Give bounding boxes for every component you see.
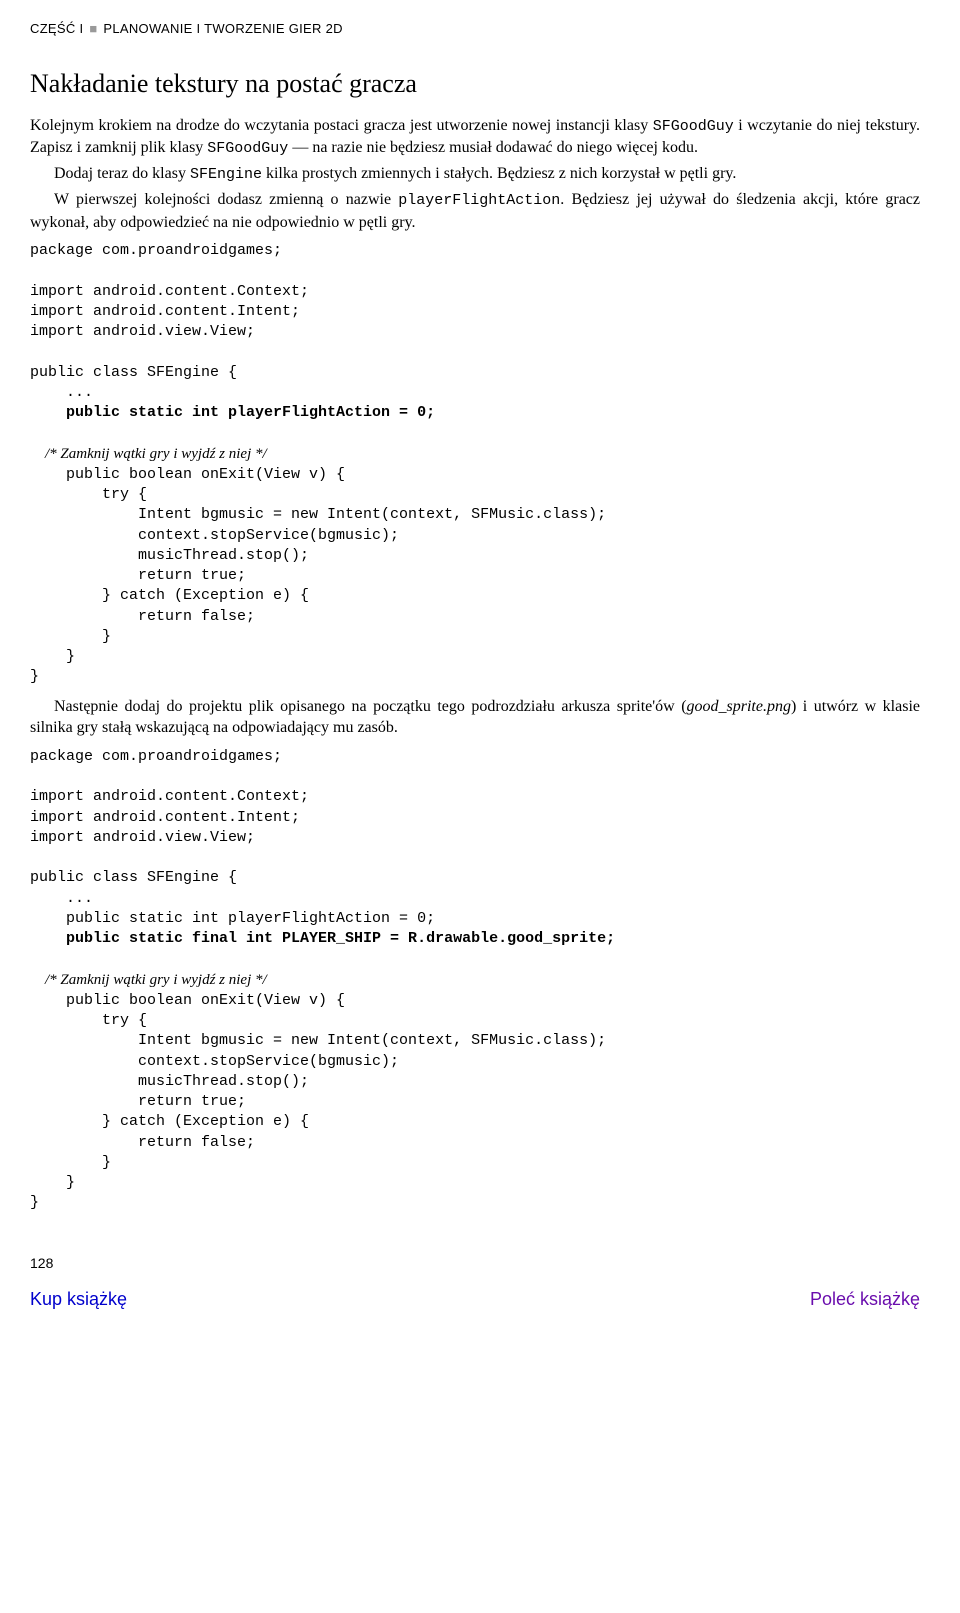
code-line: } — [30, 628, 111, 645]
code-line: package com.proandroidgames; — [30, 748, 282, 765]
code-line: import android.content.Context; — [30, 788, 309, 805]
recommend-book-link[interactable]: Poleć książkę — [810, 1287, 920, 1311]
italic-text: good_sprite.png — [687, 698, 791, 715]
code-line: } catch (Exception e) { — [30, 587, 309, 604]
inline-code: SFEngine — [190, 166, 262, 183]
inline-code: SFGoodGuy — [653, 118, 734, 135]
code-line: return true; — [30, 567, 246, 584]
code-line: import android.content.Intent; — [30, 809, 300, 826]
code-line: import android.view.View; — [30, 323, 255, 340]
page-number: 128 — [30, 1254, 920, 1273]
page-header: CZĘŚĆ I ■ PLANOWANIE I TWORZENIE GIER 2D — [30, 20, 920, 38]
code-line: public boolean onExit(View v) { — [30, 992, 345, 1009]
text: Dodaj teraz do klasy — [54, 165, 190, 182]
code-comment: /* Zamknij wątki gry i wyjdź z niej */ — [30, 972, 267, 988]
buy-book-link[interactable]: Kup książkę — [30, 1287, 127, 1311]
code-line: Intent bgmusic = new Intent(context, SFM… — [30, 1032, 606, 1049]
code-line: import android.content.Context; — [30, 283, 309, 300]
inline-code: playerFlightAction — [398, 192, 560, 209]
text: W pierwszej kolejności dodasz zmienną o … — [54, 191, 398, 208]
paragraph-1: Kolejnym krokiem na drodze do wczytania … — [30, 115, 920, 160]
code-line-bold: public static final int PLAYER_SHIP = R.… — [30, 930, 615, 947]
code-block-1: package com.proandroidgames; import andr… — [30, 241, 920, 688]
code-line: context.stopService(bgmusic); — [30, 1053, 399, 1070]
code-line: package com.proandroidgames; — [30, 242, 282, 259]
code-line: import android.content.Intent; — [30, 303, 300, 320]
code-line: context.stopService(bgmusic); — [30, 527, 399, 544]
code-line: } — [30, 648, 75, 665]
header-title: PLANOWANIE I TWORZENIE GIER 2D — [103, 21, 342, 36]
code-line: Intent bgmusic = new Intent(context, SFM… — [30, 506, 606, 523]
text: — na razie nie będziesz musiał dodawać d… — [288, 139, 698, 156]
code-line: } — [30, 1194, 39, 1211]
code-line: return true; — [30, 1093, 246, 1110]
text: Następnie dodaj do projektu plik opisane… — [54, 698, 687, 715]
paragraph-3: W pierwszej kolejności dodasz zmienną o … — [30, 189, 920, 233]
code-line: public static int playerFlightAction = 0… — [30, 910, 435, 927]
header-separator-icon: ■ — [89, 21, 97, 36]
code-line: } — [30, 668, 39, 685]
paragraph-4: Następnie dodaj do projektu plik opisane… — [30, 696, 920, 739]
inline-code: SFGoodGuy — [207, 140, 288, 157]
section-title: Nakładanie tekstury na postać gracza — [30, 66, 920, 101]
code-line: public class SFEngine { — [30, 364, 237, 381]
footer-links: Kup książkę Poleć książkę — [30, 1287, 920, 1311]
text: kilka prostych zmiennych i stałych. Będz… — [262, 165, 736, 182]
paragraph-2: Dodaj teraz do klasy SFEngine kilka pros… — [30, 163, 920, 185]
code-line: musicThread.stop(); — [30, 547, 309, 564]
code-line: musicThread.stop(); — [30, 1073, 309, 1090]
code-line: } catch (Exception e) { — [30, 1113, 309, 1130]
code-line: public boolean onExit(View v) { — [30, 466, 345, 483]
code-line: public class SFEngine { — [30, 869, 237, 886]
code-line: ... — [30, 890, 93, 907]
header-part: CZĘŚĆ I — [30, 21, 83, 36]
code-line: return false; — [30, 608, 255, 625]
code-comment: /* Zamknij wątki gry i wyjdź z niej */ — [30, 446, 267, 462]
code-line: return false; — [30, 1134, 255, 1151]
code-line-bold: public static int playerFlightAction = 0… — [30, 404, 435, 421]
code-line: try { — [30, 1012, 147, 1029]
code-line: } — [30, 1174, 75, 1191]
code-line: ... — [30, 384, 93, 401]
text: Kolejnym krokiem na drodze do wczytania … — [30, 117, 653, 134]
code-block-2: package com.proandroidgames; import andr… — [30, 747, 920, 1214]
code-line: import android.view.View; — [30, 829, 255, 846]
code-line: } — [30, 1154, 111, 1171]
code-line: try { — [30, 486, 147, 503]
